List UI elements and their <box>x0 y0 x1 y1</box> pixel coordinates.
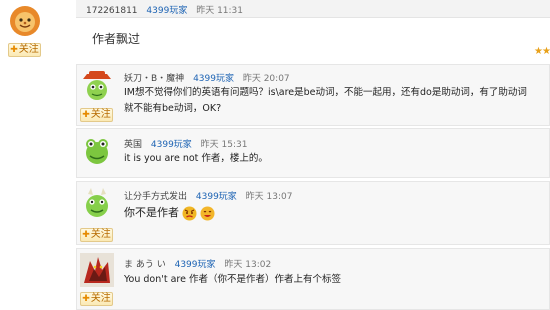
reply-text-line: it is you are not 作者，楼上的。 <box>124 153 268 164</box>
reply-meta: 让分手方式发出 4399玩家 昨天 13:07 <box>124 189 292 202</box>
post-follow-button[interactable]: ✚关注 <box>8 43 41 57</box>
horned-frog-avatar[interactable] <box>80 186 114 220</box>
post-header-bar: 172261811 4399玩家 昨天 11:31 <box>76 0 550 18</box>
post-body-text: 作者飘过 <box>92 32 141 46</box>
reply-badge[interactable]: 4399玩家 <box>193 74 234 84</box>
follow-star-icon: ✚ <box>82 230 90 240</box>
reply-follow-button[interactable]: ✚关注 <box>80 292 113 306</box>
angry-emoji <box>182 206 197 220</box>
follow-star-icon: ✚ <box>82 110 90 120</box>
post-time: 昨天 11:31 <box>196 6 244 16</box>
grin-emoji <box>200 206 215 220</box>
post-user-id[interactable]: 172261811 <box>86 6 138 16</box>
star-rating-icon[interactable]: ★★ <box>534 46 550 57</box>
lion-avatar[interactable] <box>8 4 42 38</box>
reply-text-line: 你不是作者 <box>124 206 179 219</box>
green-frog-avatar[interactable] <box>80 133 114 167</box>
post-user-badge[interactable]: 4399玩家 <box>146 6 187 16</box>
reply-badge[interactable]: 4399玩家 <box>175 260 216 270</box>
reply-username[interactable]: ま あう い <box>124 260 166 270</box>
reply-meta: ま あう い 4399玩家 昨天 13:02 <box>124 257 271 270</box>
follow-star-icon: ✚ <box>82 294 90 304</box>
reply-username[interactable]: 让分手方式发出 <box>124 192 187 202</box>
reply-badge[interactable]: 4399玩家 <box>151 140 192 150</box>
cowboy-frog-avatar[interactable] <box>80 68 114 102</box>
reply-meta: 英国 4399玩家 昨天 15:31 <box>124 137 247 150</box>
reply-follow-button[interactable]: ✚关注 <box>80 108 113 122</box>
reply-time: 昨天 20:07 <box>242 74 290 84</box>
reply-time: 昨天 15:31 <box>200 140 248 150</box>
reply-text-row: 你不是作者 <box>124 205 215 221</box>
reply-text-line: IM想不觉得你们的英语有问题吗？is\are是be动词，不能一起用，还有do是助… <box>124 87 527 98</box>
reply-username[interactable]: 妖刀・B・魔神 <box>124 74 184 84</box>
reply-username[interactable]: 英国 <box>124 140 142 150</box>
reply-time: 昨天 13:07 <box>245 192 293 202</box>
follow-star-icon: ✚ <box>10 45 18 55</box>
reply-meta: 妖刀・B・魔神 4399玩家 昨天 20:07 <box>124 71 290 84</box>
reply-text-line: 就不能有be动词，OK? <box>124 103 222 114</box>
reply-time: 昨天 13:02 <box>224 260 272 270</box>
dragon-avatar[interactable] <box>80 253 114 287</box>
reply-follow-button[interactable]: ✚关注 <box>80 228 113 242</box>
reply-text-line: You don't are 作者（你不是作者）作者上有个标签 <box>124 274 341 285</box>
reply-badge[interactable]: 4399玩家 <box>196 192 237 202</box>
